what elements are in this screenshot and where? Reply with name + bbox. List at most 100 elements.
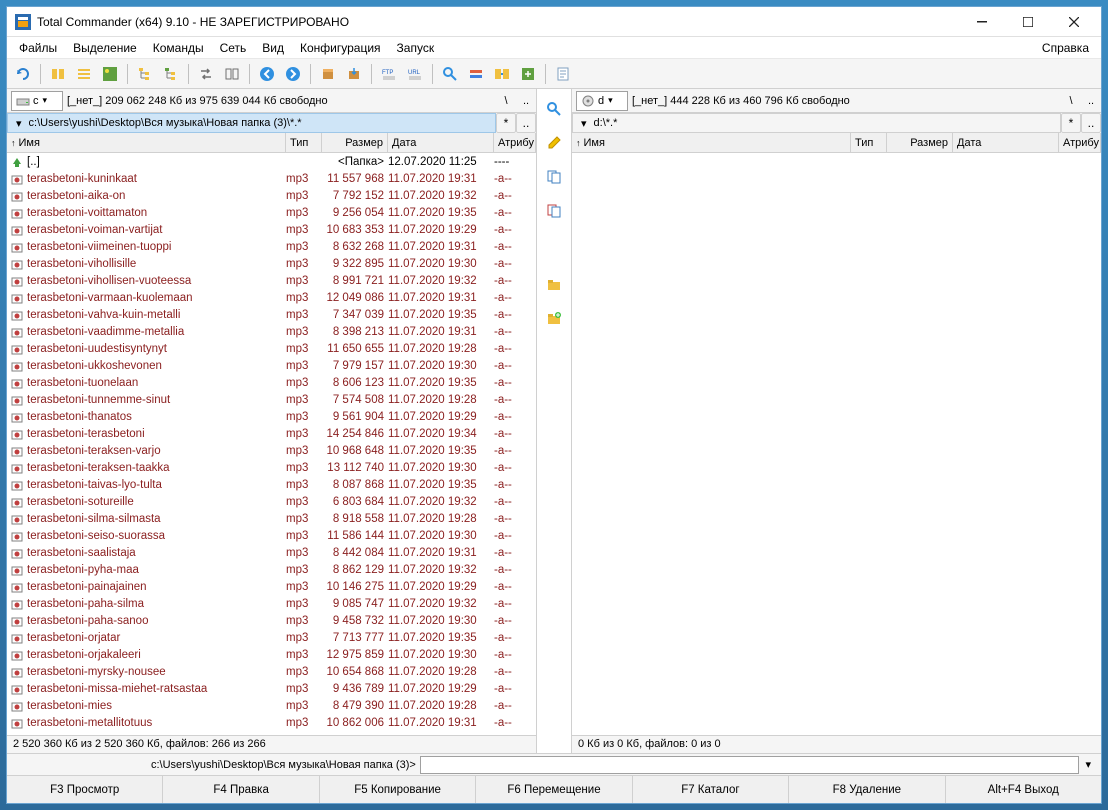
file-row[interactable]: terasbetoni-vaadimme-metalliamp38 398 21…: [7, 323, 536, 340]
file-row[interactable]: terasbetoni-saalistajamp38 442 08411.07.…: [7, 544, 536, 561]
equal-panels-icon[interactable]: [220, 62, 244, 86]
left-pathbar[interactable]: ▾ c:\Users\yushi\Desktop\Вся музыка\Нова…: [7, 113, 496, 133]
file-row[interactable]: terasbetoni-seiso-suorassamp311 586 1441…: [7, 527, 536, 544]
notepad-icon[interactable]: [551, 62, 575, 86]
search-icon[interactable]: [438, 62, 462, 86]
left-updir-btn2[interactable]: ..: [516, 113, 536, 133]
pack-icon[interactable]: [316, 62, 340, 86]
col-date[interactable]: Дата: [953, 133, 1059, 152]
altf4-exit[interactable]: Alt+F4 Выход: [946, 776, 1101, 803]
right-updir-btn2[interactable]: ..: [1081, 113, 1101, 133]
cmd-input[interactable]: [420, 756, 1080, 774]
col-name[interactable]: ↑Имя: [572, 133, 851, 152]
maximize-button[interactable]: [1005, 8, 1051, 36]
f5-copy[interactable]: F5 Копирование: [320, 776, 476, 803]
url-icon[interactable]: URL: [403, 62, 427, 86]
file-row[interactable]: terasbetoni-vahva-kuin-metallimp37 347 0…: [7, 306, 536, 323]
file-row[interactable]: terasbetoni-vihollisen-vuoteessamp38 991…: [7, 272, 536, 289]
file-row[interactable]: terasbetoni-vihollisillemp39 322 89511.0…: [7, 255, 536, 272]
f8-delete[interactable]: F8 Удаление: [789, 776, 945, 803]
move-icon[interactable]: [542, 199, 566, 223]
menu-view[interactable]: Вид: [254, 38, 292, 58]
right-pathbar[interactable]: ▾ d:\*.*: [572, 113, 1061, 133]
chevron-down-icon[interactable]: ▾: [12, 117, 26, 130]
file-row[interactable]: terasbetoni-kuninkaatmp311 557 96811.07.…: [7, 170, 536, 187]
menu-selection[interactable]: Выделение: [65, 38, 145, 58]
file-row[interactable]: terasbetoni-thanatosmp39 561 90411.07.20…: [7, 408, 536, 425]
copy-icon[interactable]: [542, 165, 566, 189]
file-row[interactable]: terasbetoni-pyha-maamp38 862 12911.07.20…: [7, 561, 536, 578]
new-folder-icon[interactable]: [542, 307, 566, 331]
view-full-icon[interactable]: [72, 62, 96, 86]
tree2-icon[interactable]: [159, 62, 183, 86]
file-row[interactable]: terasbetoni-paha-sanoomp39 458 73211.07.…: [7, 612, 536, 629]
right-drive-select[interactable]: d ▾: [576, 91, 628, 111]
file-row[interactable]: terasbetoni-orjakaleerimp312 975 85911.0…: [7, 646, 536, 663]
ftp-icon[interactable]: FTP: [377, 62, 401, 86]
right-file-list[interactable]: [572, 153, 1101, 735]
col-type[interactable]: Тип: [286, 133, 322, 152]
titlebar[interactable]: Total Commander (x64) 9.10 - НЕ ЗАРЕГИСТ…: [7, 7, 1101, 37]
file-row[interactable]: terasbetoni-ukkoshevonenmp37 979 15711.0…: [7, 357, 536, 374]
file-row[interactable]: terasbetoni-viimeinen-tuoppimp38 632 268…: [7, 238, 536, 255]
f3-view[interactable]: F3 Просмотр: [7, 776, 163, 803]
left-file-list[interactable]: [..]<Папка>12.07.2020 11:25----terasbeto…: [7, 153, 536, 735]
left-root-btn[interactable]: \: [496, 91, 516, 111]
swap-panels-icon[interactable]: [194, 62, 218, 86]
menu-config[interactable]: Конфигурация: [292, 38, 389, 58]
file-row[interactable]: terasbetoni-terasbetonimp314 254 84611.0…: [7, 425, 536, 442]
menu-help[interactable]: Справка: [1034, 38, 1097, 58]
file-row[interactable]: terasbetoni-tuonelaanmp38 606 12311.07.2…: [7, 374, 536, 391]
file-row[interactable]: terasbetoni-myrsky-nouseemp310 654 86811…: [7, 663, 536, 680]
col-type[interactable]: Тип: [851, 133, 887, 152]
menu-start[interactable]: Запуск: [389, 38, 443, 58]
close-button[interactable]: [1051, 8, 1097, 36]
left-drive-select[interactable]: c ▾: [11, 91, 63, 111]
file-row[interactable]: terasbetoni-teraksen-taakkamp313 112 740…: [7, 459, 536, 476]
menu-commands[interactable]: Команды: [145, 38, 212, 58]
file-row[interactable]: terasbetoni-voittamatonmp39 256 05411.07…: [7, 204, 536, 221]
compare-icon[interactable]: [516, 62, 540, 86]
zoom-icon[interactable]: [542, 97, 566, 121]
file-row[interactable]: terasbetoni-painajainenmp310 146 27511.0…: [7, 578, 536, 595]
view-thumbs-icon[interactable]: [98, 62, 122, 86]
file-row[interactable]: terasbetoni-varmaan-kuolemaanmp312 049 0…: [7, 289, 536, 306]
minimize-button[interactable]: [959, 8, 1005, 36]
col-date[interactable]: Дата: [388, 133, 494, 152]
file-row[interactable]: terasbetoni-sotureillemp36 803 68411.07.…: [7, 493, 536, 510]
chevron-down-icon[interactable]: ▾: [577, 117, 591, 130]
right-star-btn[interactable]: *: [1061, 113, 1081, 133]
view-brief-icon[interactable]: [46, 62, 70, 86]
right-updir-btn[interactable]: ..: [1081, 91, 1101, 111]
file-row[interactable]: terasbetoni-paha-silmamp39 085 74711.07.…: [7, 595, 536, 612]
file-row[interactable]: terasbetoni-voiman-vartijatmp310 683 353…: [7, 221, 536, 238]
file-row[interactable]: terasbetoni-aika-onmp37 792 15211.07.202…: [7, 187, 536, 204]
left-star-btn[interactable]: *: [496, 113, 516, 133]
file-row[interactable]: terasbetoni-metallitotuusmp310 862 00611…: [7, 714, 536, 731]
unpack-icon[interactable]: [342, 62, 366, 86]
file-row[interactable]: terasbetoni-silma-silmastamp38 918 55811…: [7, 510, 536, 527]
file-row[interactable]: terasbetoni-tunnemme-sinutmp37 574 50811…: [7, 391, 536, 408]
col-name[interactable]: ↑Имя: [7, 133, 286, 152]
menu-files[interactable]: Файлы: [11, 38, 65, 58]
col-attr[interactable]: Атрибу: [1059, 133, 1101, 152]
sync-icon[interactable]: [490, 62, 514, 86]
f4-edit[interactable]: F4 Правка: [163, 776, 319, 803]
col-attr[interactable]: Атрибу: [494, 133, 536, 152]
file-row[interactable]: terasbetoni-taivas-lyo-tultamp38 087 868…: [7, 476, 536, 493]
right-root-btn[interactable]: \: [1061, 91, 1081, 111]
edit-icon[interactable]: [542, 131, 566, 155]
file-row[interactable]: terasbetoni-uudestisyntynytmp311 650 655…: [7, 340, 536, 357]
f6-move[interactable]: F6 Перемещение: [476, 776, 632, 803]
folder-icon[interactable]: [542, 273, 566, 297]
tree-icon[interactable]: [133, 62, 157, 86]
refresh-icon[interactable]: [11, 62, 35, 86]
back-icon[interactable]: [255, 62, 279, 86]
updir-row[interactable]: [..]<Папка>12.07.2020 11:25----: [7, 153, 536, 170]
file-row[interactable]: terasbetoni-teraksen-varjomp310 968 6481…: [7, 442, 536, 459]
col-size[interactable]: Размер: [322, 133, 388, 152]
file-row[interactable]: terasbetoni-miesmp38 479 39011.07.2020 1…: [7, 697, 536, 714]
col-size[interactable]: Размер: [887, 133, 953, 152]
forward-icon[interactable]: [281, 62, 305, 86]
multi-rename-icon[interactable]: [464, 62, 488, 86]
